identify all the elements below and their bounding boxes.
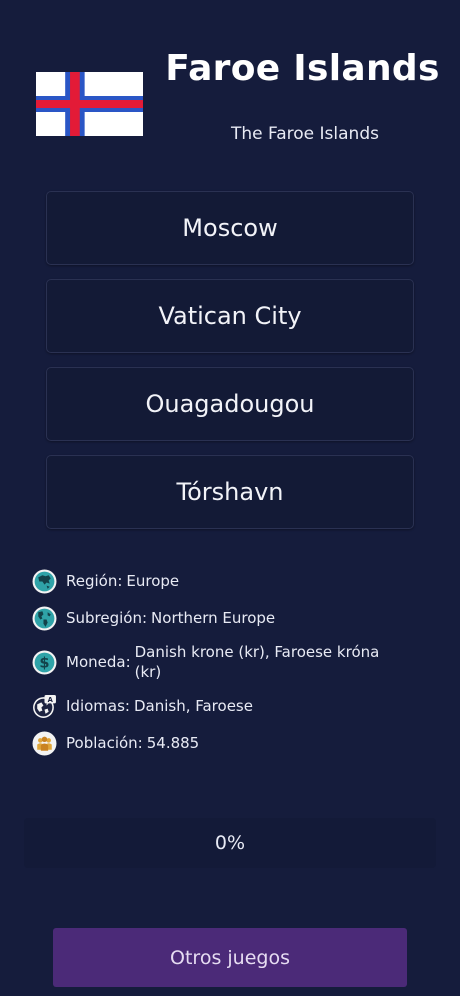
region-label: Región: [66,572,123,590]
svg-text:$: $ [39,654,49,671]
answer-option-4[interactable]: Tórshavn [46,455,414,529]
info-population: Población: 54.885 [32,730,432,756]
country-name: Faroe Islands [165,48,440,89]
subregion-value: Northern Europe [151,609,276,627]
answer-option-1[interactable]: Moscow [46,191,414,265]
progress-text: 0% [214,832,246,854]
subregion-label: Subregión: [66,609,148,627]
answer-option-3[interactable]: Ouagadougou [46,367,414,441]
region-value: Europe [126,572,180,590]
population-label: Población: [66,734,143,752]
currency-value: Danish krone (kr), Faroese króna (kr) [134,643,380,681]
answer-options: Moscow Vatican City Ouagadougou Tórshavn [46,191,414,543]
country-info-list: Región: Europe Subregión: Northern Europ… [32,568,432,767]
svg-text:A: A [48,695,54,703]
answer-option-2[interactable]: Vatican City [46,279,414,353]
faroe-islands-flag-icon [36,72,143,136]
info-languages: A Idiomas: Danish, Faroese [32,693,432,719]
languages-value: Danish, Faroese [133,697,253,715]
other-games-button[interactable]: Otros juegos [53,928,407,987]
country-official-name: The Faroe Islands [231,124,379,144]
info-currency: $ Moneda: Danish krone (kr), Faroese kró… [32,642,432,682]
globe-americas-icon [32,606,57,631]
language-globe-icon: A [32,694,57,719]
globe-asia-icon [32,569,57,594]
population-value: 54.885 [146,734,200,752]
info-region: Región: Europe [32,568,432,594]
people-icon [32,731,57,756]
info-subregion: Subregión: Northern Europe [32,605,432,631]
currency-label: Moneda: [66,653,131,671]
languages-label: Idiomas: [66,697,130,715]
progress-bar: 0% [24,818,436,868]
dollar-coin-icon: $ [32,650,57,675]
